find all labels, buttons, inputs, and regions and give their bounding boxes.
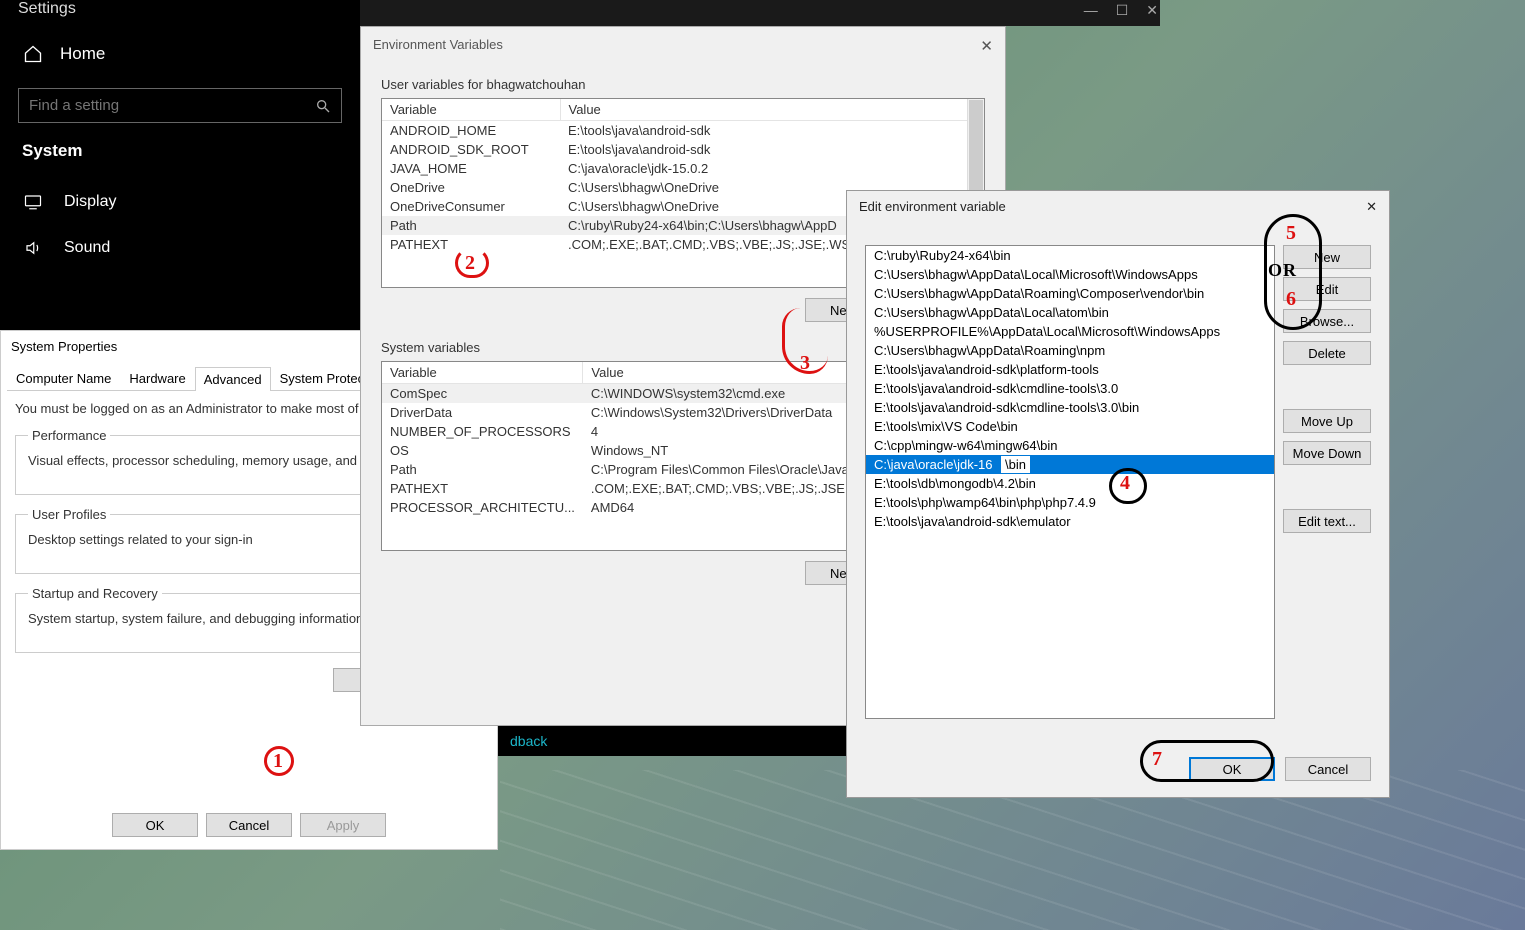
user-variables-label: User variables for bhagwatchouhan [381, 77, 985, 92]
apply-button[interactable]: Apply [300, 813, 386, 837]
cell-variable: ComSpec [382, 384, 583, 404]
path-entries-list[interactable]: C:\ruby\Ruby24-x64\binC:\Users\bhagw\App… [865, 245, 1275, 719]
settings-search[interactable] [18, 88, 342, 123]
list-item[interactable]: C:\Users\bhagw\AppData\Local\atom\bin [866, 303, 1274, 322]
list-item[interactable]: C:\Users\bhagw\AppData\Local\Microsoft\W… [866, 265, 1274, 284]
home-icon [22, 44, 44, 64]
list-item[interactable]: E:\tools\java\android-sdk\cmdline-tools\… [866, 398, 1274, 417]
list-item[interactable]: C:\Users\bhagw\AppData\Roaming\Composer\… [866, 284, 1274, 303]
cell-variable: Path [382, 216, 560, 235]
cell-variable: JAVA_HOME [382, 159, 560, 178]
settings-title: Settings [0, 0, 360, 32]
search-input[interactable] [29, 97, 315, 114]
cell-variable: OneDrive [382, 178, 560, 197]
background-window-titlebar: — ☐ ✕ [360, 0, 1160, 26]
cell-variable: PROCESSOR_ARCHITECTU... [382, 498, 583, 517]
settings-section-system: System [0, 141, 360, 179]
table-row[interactable]: ANDROID_SDK_ROOTE:\tools\java\android-sd… [382, 140, 984, 159]
list-item[interactable]: E:\tools\php\wamp64\bin\php\php7.4.9 [866, 493, 1274, 512]
cell-variable: PATHEXT [382, 235, 560, 254]
startup-legend: Startup and Recovery [28, 586, 162, 601]
editenv-browse-button[interactable]: Browse... [1283, 309, 1371, 333]
display-icon [22, 193, 44, 211]
list-item[interactable]: C:\java\oracle\jdk-16\bin [866, 455, 1274, 474]
cell-variable: OS [382, 441, 583, 460]
list-item[interactable]: E:\tools\mix\VS Code\bin [866, 417, 1274, 436]
cell-value: E:\tools\java\android-sdk [560, 140, 984, 159]
editenv-edittext-button[interactable]: Edit text... [1283, 509, 1371, 533]
col-value[interactable]: Value [560, 99, 984, 121]
ok-button[interactable]: OK [112, 813, 198, 837]
settings-window: Settings Home System Display Sound [0, 0, 360, 330]
table-row[interactable]: JAVA_HOMEC:\java\oracle\jdk-15.0.2 [382, 159, 984, 178]
table-row[interactable]: ANDROID_HOMEE:\tools\java\android-sdk [382, 121, 984, 141]
inline-edit-field[interactable]: \bin [1000, 455, 1031, 474]
editenv-moveup-button[interactable]: Move Up [1283, 409, 1371, 433]
cell-variable: ANDROID_HOME [382, 121, 560, 141]
list-item[interactable]: E:\tools\java\android-sdk\emulator [866, 512, 1274, 531]
cell-variable: ANDROID_SDK_ROOT [382, 140, 560, 159]
cell-variable: PATHEXT [382, 479, 583, 498]
close-icon[interactable]: ✕ [1146, 2, 1158, 19]
performance-legend: Performance [28, 428, 110, 443]
cancel-button[interactable]: Cancel [206, 813, 292, 837]
maximize-icon[interactable]: ☐ [1116, 2, 1129, 19]
list-item[interactable]: C:\ruby\Ruby24-x64\bin [866, 246, 1274, 265]
editenv-cancel-button[interactable]: Cancel [1285, 757, 1371, 781]
minimize-icon[interactable]: — [1084, 2, 1098, 19]
editenv-edit-button[interactable]: Edit [1283, 277, 1371, 301]
tab-advanced[interactable]: Advanced [195, 367, 271, 391]
search-icon [315, 98, 331, 114]
list-item[interactable]: C:\Users\bhagw\AppData\Roaming\npm [866, 341, 1274, 360]
settings-item-display[interactable]: Display [0, 179, 360, 225]
tab-computer-name[interactable]: Computer Name [7, 366, 120, 390]
cell-variable: DriverData [382, 403, 583, 422]
editenv-ok-button[interactable]: OK [1189, 757, 1275, 781]
settings-home[interactable]: Home [0, 32, 360, 76]
col-variable[interactable]: Variable [382, 99, 560, 121]
envvars-title: Environment Variables [373, 37, 503, 55]
editenv-new-button[interactable]: New [1283, 245, 1371, 269]
editenv-title: Edit environment variable [859, 199, 1006, 215]
cell-variable: Path [382, 460, 583, 479]
cell-variable: OneDriveConsumer [382, 197, 560, 216]
list-item[interactable]: %USERPROFILE%\AppData\Local\Microsoft\Wi… [866, 322, 1274, 341]
tab-hardware[interactable]: Hardware [120, 366, 194, 390]
settings-item-label: Display [64, 193, 116, 211]
editenv-movedown-button[interactable]: Move Down [1283, 441, 1371, 465]
list-item[interactable]: E:\tools\java\android-sdk\platform-tools [866, 360, 1274, 379]
settings-item-sound[interactable]: Sound [0, 225, 360, 271]
col-variable[interactable]: Variable [382, 362, 583, 384]
sound-icon [22, 239, 44, 257]
close-icon[interactable]: ✕ [980, 37, 993, 55]
list-item[interactable]: E:\tools\java\android-sdk\cmdline-tools\… [866, 379, 1274, 398]
editenv-delete-button[interactable]: Delete [1283, 341, 1371, 365]
cell-variable: NUMBER_OF_PROCESSORS [382, 422, 583, 441]
cell-value: E:\tools\java\android-sdk [560, 121, 984, 141]
edit-environment-variable-dialog: Edit environment variable ✕ C:\ruby\Ruby… [846, 190, 1390, 798]
user-profiles-legend: User Profiles [28, 507, 110, 522]
settings-item-label: Sound [64, 239, 110, 257]
close-icon[interactable]: ✕ [1366, 199, 1377, 215]
settings-home-label: Home [60, 44, 105, 64]
cell-value: C:\java\oracle\jdk-15.0.2 [560, 159, 984, 178]
list-item[interactable]: E:\tools\db\mongodb\4.2\bin [866, 474, 1274, 493]
list-item[interactable]: C:\cpp\mingw-w64\mingw64\bin [866, 436, 1274, 455]
